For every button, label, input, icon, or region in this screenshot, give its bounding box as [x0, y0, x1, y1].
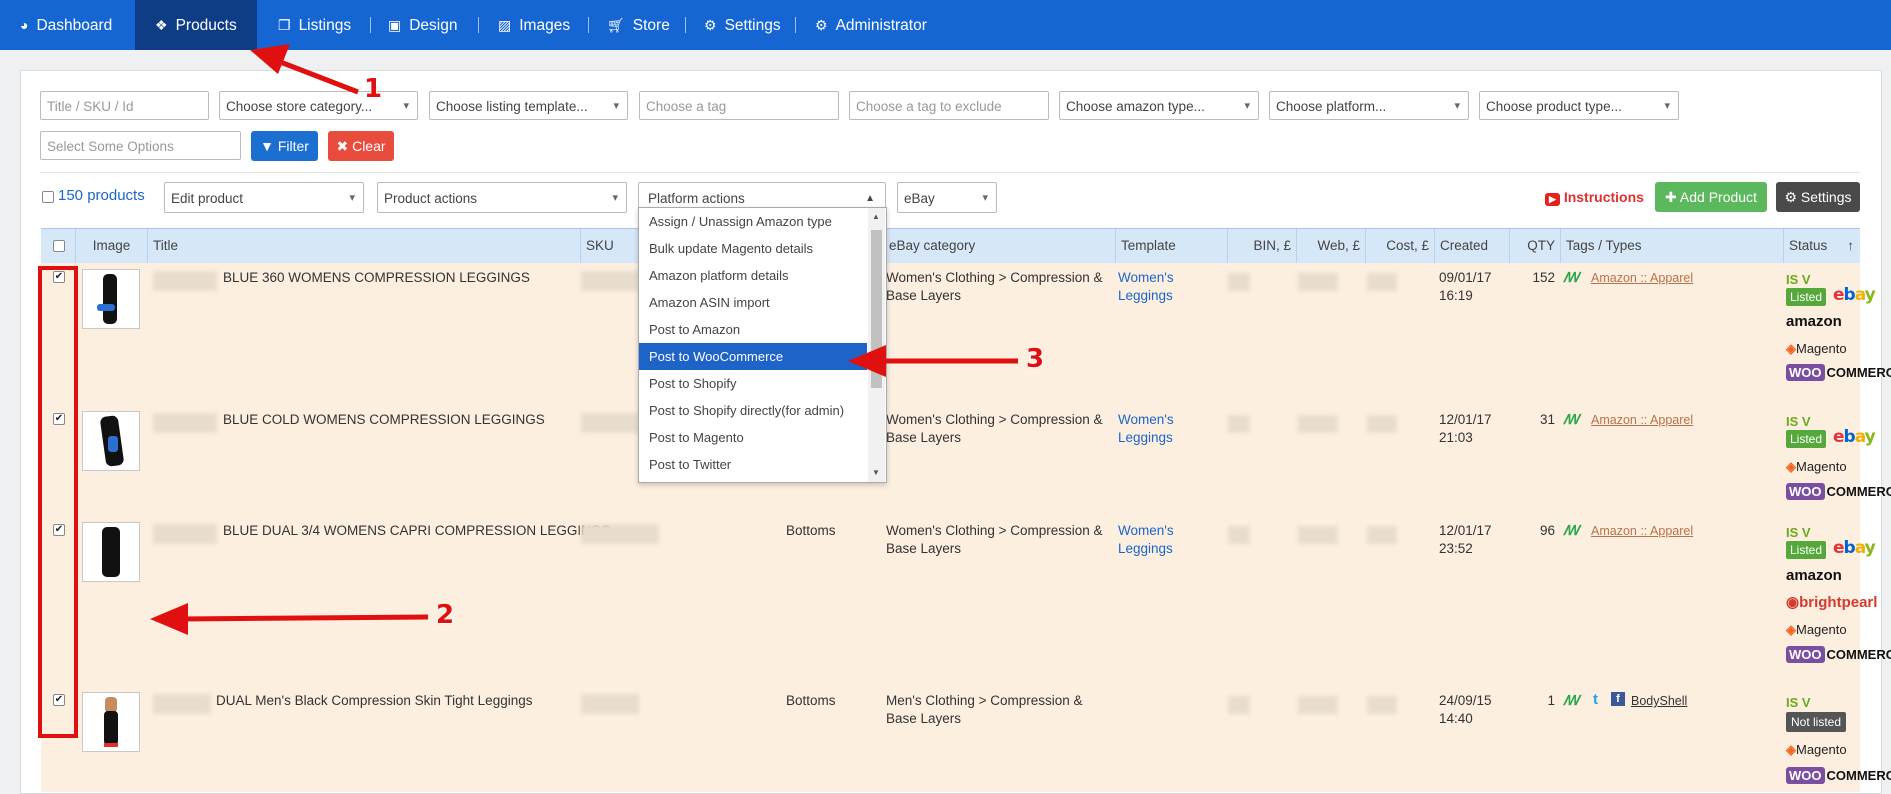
annotation-label-2: 2	[436, 600, 455, 630]
annotation-label-3: 3	[1026, 344, 1045, 374]
annotation-arrows	[150, 44, 1018, 635]
annotation-label-1: 1	[364, 74, 383, 104]
